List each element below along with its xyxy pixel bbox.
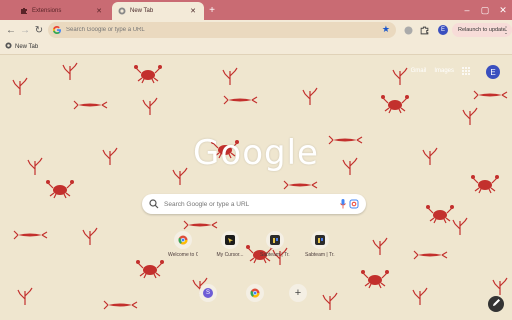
- extension-circle-icon[interactable]: [402, 24, 414, 36]
- omnibox[interactable]: ★: [48, 22, 396, 38]
- bookmark-star-icon[interactable]: ★: [382, 24, 390, 35]
- customize-chrome-button[interactable]: [488, 296, 504, 312]
- shortcut-label: Welcome to Chrome: [168, 252, 198, 258]
- shortcut-tile[interactable]: Sabteam | Tr...: [260, 231, 290, 258]
- shortcut-label: Sabteam | Tr...: [260, 252, 290, 258]
- ntp-search-box[interactable]: [142, 194, 366, 214]
- chrome-icon: [250, 288, 260, 298]
- images-link[interactable]: Images: [434, 68, 454, 74]
- close-tab-icon[interactable]: ✕: [188, 7, 198, 15]
- shortcut-icon-tile: [311, 231, 329, 249]
- chrome-icon: [178, 235, 188, 245]
- ntp-search-input[interactable]: [164, 200, 332, 208]
- tab-title: New Tab: [130, 8, 154, 14]
- tab-new-tab[interactable]: New Tab ✕: [112, 2, 204, 20]
- shortcut-icon-tile: [266, 231, 284, 249]
- s-app-icon: S: [203, 288, 213, 298]
- microphone-icon[interactable]: [340, 199, 346, 209]
- profile-icon[interactable]: E: [438, 25, 448, 35]
- gmail-link[interactable]: Gmail: [411, 68, 427, 74]
- chrome-icon: [5, 42, 12, 51]
- account-avatar[interactable]: E: [486, 65, 500, 79]
- omnibox-input[interactable]: [66, 27, 366, 33]
- shortcut-tile[interactable]: My Cursor...: [215, 231, 245, 258]
- add-icon: +: [289, 284, 307, 302]
- sabteam-icon: [315, 235, 325, 245]
- cursor-icon: [225, 235, 235, 245]
- new-tab-button[interactable]: +: [206, 4, 218, 16]
- shortcut-icon-tile: [174, 231, 192, 249]
- minimize-icon[interactable]: –: [460, 3, 474, 17]
- menu-dots-icon[interactable]: ⋮: [502, 23, 511, 37]
- bookmark-label: New Tab: [15, 43, 39, 50]
- tab-strip: Extensions ✕ New Tab ✕ + – ▢ ✕: [0, 0, 512, 20]
- bookmarks-bar: New Tab: [0, 40, 512, 55]
- shortcut-icon-tile: [221, 231, 239, 249]
- back-arrow-icon[interactable]: ←: [4, 23, 18, 37]
- chrome-icon: [118, 7, 126, 15]
- add-shortcut-button[interactable]: +: [283, 284, 313, 302]
- shortcut-tile[interactable]: Sabteam | Tr...: [305, 231, 335, 258]
- shortcut-icon-tile: [246, 284, 264, 302]
- new-tab-page: Gmail Images E Google Welcome to Chrome: [0, 55, 512, 320]
- puzzle-icon: [20, 7, 28, 15]
- pencil-icon: [492, 298, 501, 310]
- shortcut-tile[interactable]: Welcome to Chrome: [168, 231, 198, 258]
- shortcut-tile[interactable]: S: [193, 284, 223, 302]
- shortcuts-grid: Welcome to Chrome My Cursor... Sabteam |…: [0, 231, 512, 302]
- apps-grid-icon[interactable]: [462, 67, 470, 75]
- tab-title: Extensions: [32, 8, 62, 14]
- shortcut-tile[interactable]: [240, 284, 270, 302]
- shortcut-label: My Cursor...: [216, 252, 244, 258]
- search-icon: [149, 199, 159, 209]
- toolbar: ← → ↻ ★ E Relaunch to update ⋮: [0, 20, 512, 40]
- bookmark-new-tab[interactable]: New Tab: [5, 42, 38, 51]
- forward-arrow-icon[interactable]: →: [18, 23, 32, 37]
- tab-extensions[interactable]: Extensions ✕: [14, 2, 110, 20]
- shortcut-icon-tile: S: [199, 284, 217, 302]
- google-logo: Google: [193, 133, 319, 173]
- reload-icon[interactable]: ↻: [32, 23, 46, 37]
- shortcut-label: Sabteam | Tr...: [305, 252, 335, 258]
- google-lens-icon[interactable]: [349, 199, 359, 209]
- puzzle-icon[interactable]: [418, 24, 430, 36]
- google-g-icon: [52, 25, 62, 35]
- ntp-top-links: Gmail Images: [411, 67, 492, 75]
- sabteam-icon: [270, 235, 280, 245]
- close-icon[interactable]: ✕: [496, 3, 510, 17]
- close-tab-icon[interactable]: ✕: [94, 7, 104, 15]
- maximize-icon[interactable]: ▢: [478, 3, 492, 17]
